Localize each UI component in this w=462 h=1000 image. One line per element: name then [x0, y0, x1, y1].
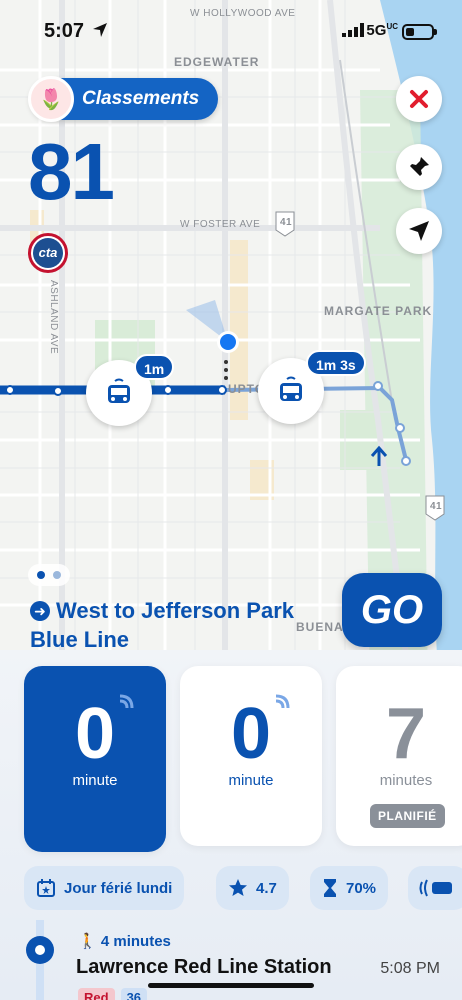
holiday-label: Jour férié lundi [64, 879, 173, 897]
map-label-foster: W FOSTER AVE [180, 219, 261, 230]
arrival-card[interactable]: 0 minute [24, 666, 166, 852]
holiday-chip[interactable]: Jour férié lundi [24, 866, 185, 910]
home-indicator [148, 983, 314, 988]
hourglass-icon [324, 879, 336, 897]
status-bar: 5:07 5GUC [0, 0, 462, 60]
calendar-icon [37, 879, 55, 897]
walking-icon: 🚶 [78, 933, 97, 950]
fare-card-chip[interactable] [408, 866, 462, 910]
bus-36-tag: 36 [120, 988, 148, 1000]
bus-eta-badge: 1m [134, 354, 175, 380]
contactless-card-icon [419, 879, 452, 897]
location-services-icon [93, 23, 107, 37]
direction-heading[interactable]: ➜ West to Jefferson Park Blue Line [30, 596, 330, 654]
bus-icon [108, 378, 130, 403]
route-shield-label-top: 41 [280, 217, 293, 228]
map-label-margate-park: MARGATE PARK [324, 304, 433, 318]
arrival-card[interactable]: 7 minutes PLANIFIÉ [336, 666, 462, 846]
bus-icon [280, 376, 302, 401]
line-tags: Red 36 [78, 988, 148, 1000]
arrival-unit: minute [72, 772, 118, 789]
arrival-minutes: 0 [230, 694, 272, 774]
page-indicator[interactable] [28, 564, 70, 586]
network-type: 5GUC [366, 22, 398, 39]
battery-icon [402, 24, 437, 40]
crowding-chip[interactable]: 70% [310, 866, 389, 910]
route-number: 81 [28, 127, 115, 216]
close-button[interactable] [396, 76, 442, 122]
arrival-minutes: 7 [385, 694, 427, 774]
star-icon [229, 879, 247, 896]
rankings-button[interactable]: 🌷 Classements [28, 76, 218, 122]
tulip-avatar-icon: 🌷 [28, 76, 74, 122]
status-time: 5:07 [44, 20, 85, 42]
station-name: Lawrence Red Line Station [76, 956, 332, 978]
red-line-tag: Red [78, 988, 115, 1000]
cta-logo: cta [28, 233, 68, 273]
scheduled-badge: PLANIFIÉ [370, 804, 445, 828]
rating-value: 4.7 [256, 879, 277, 897]
bus-eta-badge: 1m 3s [306, 350, 366, 376]
arrival-minutes: 0 [74, 694, 116, 774]
crowding-value: 70% [346, 879, 377, 897]
page-dot [53, 571, 61, 579]
rating-chip[interactable]: 4.7 [216, 866, 289, 910]
station-time: 5:08 PM [380, 960, 440, 977]
pin-icon [410, 157, 429, 176]
close-icon [410, 90, 428, 108]
next-stop-row[interactable]: 🚶 4 minutes Lawrence Red Line Station 5:… [0, 920, 462, 1000]
arrival-unit: minute [228, 772, 274, 789]
page-dot-active [37, 571, 45, 579]
timeline-stop-dot [26, 936, 54, 964]
walk-time: 🚶 4 minutes [78, 933, 171, 950]
route-shield-label-bottom: 41 [430, 501, 443, 512]
arrival-unit: minutes [379, 772, 433, 789]
arrival-card[interactable]: 0 minute [180, 666, 322, 846]
location-arrow-icon [409, 221, 429, 241]
arrow-right-icon: ➜ [30, 601, 50, 621]
rankings-label: Classements [82, 88, 200, 109]
map-label-ashland: ASHLAND AVE [48, 280, 59, 355]
pin-button[interactable] [396, 144, 442, 190]
cellular-signal-icon [342, 23, 364, 37]
go-button[interactable]: GO [342, 573, 442, 647]
locate-button[interactable] [396, 208, 442, 254]
